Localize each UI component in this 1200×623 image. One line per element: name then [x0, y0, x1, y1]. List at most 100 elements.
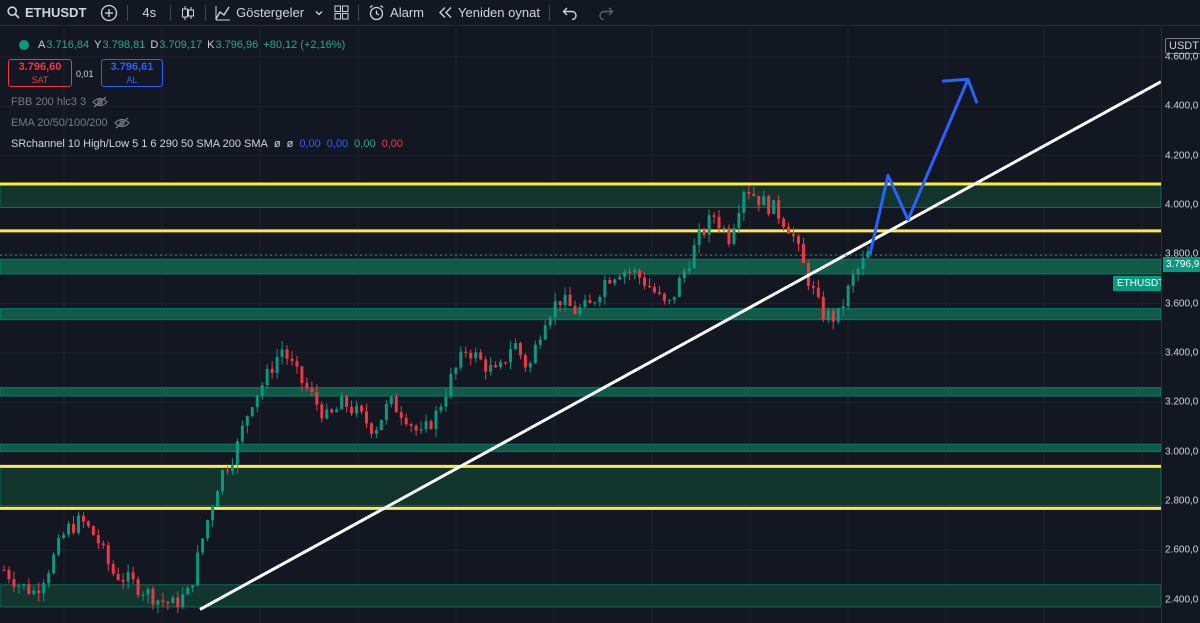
- candle-body: [712, 215, 716, 217]
- candle-body: [777, 200, 781, 219]
- alarm-button[interactable]: Alarm: [361, 0, 431, 26]
- candle-body: [186, 587, 190, 595]
- candle-body: [533, 344, 537, 364]
- price-tick-label: 2.400,0: [1165, 594, 1199, 606]
- candle-body: [22, 584, 26, 586]
- candle-body: [151, 588, 155, 605]
- candle-body: [27, 584, 31, 594]
- candle-body: [156, 600, 160, 605]
- sell-button[interactable]: 3.796,60 SAT: [8, 59, 72, 87]
- candle-body: [623, 271, 627, 277]
- price-scale[interactable]: USDT 4.600,0 4.400,0 4.200,0 4.000,0 3.800,0…: [1161, 27, 1200, 623]
- open-key: A: [38, 39, 46, 51]
- candle-body: [747, 192, 751, 194]
- eye-hidden-icon[interactable]: [113, 117, 130, 129]
- candle-body: [846, 285, 850, 307]
- indicator-fbb[interactable]: FBB 200 hlc3 3: [11, 96, 109, 108]
- candle-body: [350, 406, 354, 414]
- candle-body: [553, 301, 557, 318]
- candle-body: [255, 395, 259, 408]
- price-tick-label: 3.600,0: [1165, 298, 1199, 310]
- indicators-dropdown-button[interactable]: [311, 0, 327, 26]
- sr-zone: [0, 183, 1161, 208]
- candle-body: [295, 361, 299, 367]
- candle-body: [409, 424, 413, 426]
- candle-body: [821, 296, 825, 320]
- replay-button[interactable]: Yeniden oynat: [431, 0, 547, 26]
- compare-symbol-button[interactable]: [93, 0, 125, 26]
- sr-zone: [0, 465, 1161, 507]
- candle-body: [588, 300, 592, 304]
- alarm-clock-icon: [369, 4, 384, 21]
- indicator-srchannel[interactable]: SRchannel 10 High/Low 5 1 6 290 50 SMA 2…: [11, 138, 403, 150]
- candle-body: [270, 368, 274, 373]
- interval-label: 4s: [142, 5, 157, 20]
- last-price-label: 3.796,9: [1163, 257, 1200, 272]
- candle-body: [17, 585, 21, 587]
- price-tick-label: 4.600,0: [1165, 51, 1199, 63]
- toolbar-divider: [127, 4, 129, 21]
- candle-body: [792, 233, 796, 237]
- candle-body: [76, 515, 80, 533]
- price-tick-label: 4.000,0: [1165, 199, 1199, 211]
- indicator-ema[interactable]: EMA 20/50/100/200: [11, 117, 130, 129]
- candle-body: [81, 515, 85, 522]
- candle-body: [787, 226, 791, 234]
- indicators-button[interactable]: Göstergeler: [208, 0, 311, 26]
- candle-body: [67, 523, 71, 535]
- toolbar-divider: [358, 4, 360, 21]
- candle-body: [801, 243, 805, 264]
- candle-body: [265, 368, 269, 386]
- indicators-icon: [215, 5, 231, 20]
- candle-body: [583, 300, 587, 308]
- toolbar-divider: [205, 4, 207, 21]
- candle-body: [32, 590, 36, 594]
- undo-button[interactable]: [552, 0, 588, 26]
- candle-body: [310, 388, 314, 393]
- candle-body: [379, 419, 383, 430]
- eye-hidden-icon[interactable]: [92, 96, 109, 108]
- candle-body: [662, 293, 666, 301]
- buy-price: 3.796,61: [110, 61, 154, 73]
- candle-body: [677, 278, 681, 297]
- indicator-name: EMA 20/50/100/200: [11, 117, 108, 129]
- sell-label: SAT: [31, 75, 49, 85]
- candle-body: [707, 215, 711, 235]
- chart-type-button[interactable]: [173, 0, 203, 26]
- interval-button[interactable]: 4s: [130, 0, 168, 26]
- symbol-price-tag: ETHUSDT: [1113, 276, 1161, 291]
- candle-body: [399, 412, 403, 418]
- candle-body: [702, 230, 706, 235]
- candle-body: [394, 396, 398, 413]
- candle-body: [57, 538, 61, 555]
- candle-body: [469, 352, 473, 359]
- alarm-label: Alarm: [390, 5, 424, 20]
- projection-layer[interactable]: [868, 77, 979, 255]
- candle-body: [484, 359, 488, 372]
- redo-icon: [599, 7, 614, 20]
- candle-body: [364, 411, 368, 424]
- candle-body: [618, 276, 622, 280]
- candle-body: [613, 279, 617, 284]
- redo-button[interactable]: [588, 0, 624, 26]
- symbol-search-button[interactable]: ETHUSDT: [0, 0, 93, 26]
- layouts-button[interactable]: [327, 0, 356, 26]
- candle-body: [499, 362, 503, 368]
- candle-body: [384, 404, 388, 420]
- candle-body: [513, 343, 517, 350]
- candle-body: [454, 367, 458, 374]
- grid-icon: [334, 5, 349, 20]
- indicator-value: ø: [286, 138, 294, 150]
- candle-body: [240, 425, 244, 442]
- candle-body: [389, 396, 393, 405]
- candle-body: [225, 470, 229, 472]
- indicators-label: Göstergeler: [236, 5, 305, 20]
- candle-body: [429, 421, 433, 429]
- candle-body: [181, 594, 185, 608]
- candle-body: [796, 236, 800, 244]
- market-status-icon[interactable]: [19, 40, 29, 50]
- candle-body: [285, 349, 289, 359]
- candle-body: [315, 392, 319, 405]
- buy-button[interactable]: 3.796,61 AL: [101, 59, 163, 87]
- candle-body: [191, 585, 195, 588]
